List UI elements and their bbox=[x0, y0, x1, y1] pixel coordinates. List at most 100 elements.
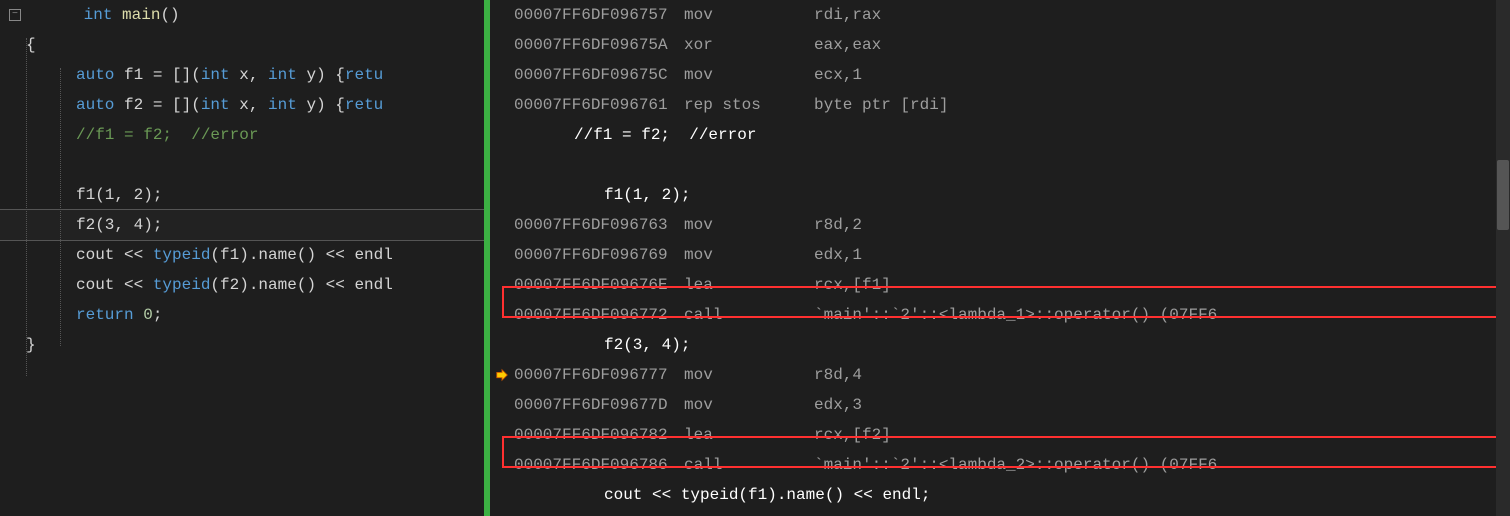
operand: byte ptr [rdi] bbox=[814, 96, 948, 114]
address: 00007FF6DF09675A bbox=[514, 36, 684, 54]
mnemonic: mov bbox=[684, 66, 814, 84]
code-text: ; bbox=[153, 306, 163, 324]
address: 00007FF6DF096777 bbox=[514, 366, 684, 384]
current-line[interactable]: f2(3, 4); bbox=[0, 210, 484, 240]
code-line[interactable]: cout << typeid(f1).name() << endl bbox=[0, 240, 484, 270]
keyword: typeid bbox=[153, 276, 211, 294]
scrollbar-thumb[interactable] bbox=[1497, 160, 1509, 230]
blank-line[interactable] bbox=[0, 150, 484, 180]
keyword: int bbox=[268, 66, 297, 84]
keyword: return bbox=[76, 306, 134, 324]
operand: rdi,rax bbox=[814, 6, 881, 24]
keyword: auto bbox=[76, 66, 114, 84]
asm-line[interactable]: 00007FF6DF096757movrdi,rax bbox=[490, 0, 1510, 30]
address: 00007FF6DF096757 bbox=[514, 6, 684, 24]
asm-line[interactable]: 00007FF6DF096763movr8d,2 bbox=[490, 210, 1510, 240]
code-text: (f1).name() << endl bbox=[210, 246, 392, 264]
code-text: cout << bbox=[76, 246, 153, 264]
source-editor[interactable]: − int main() { auto f1 = [](int x, int y… bbox=[0, 0, 490, 516]
address: 00007FF6DF096769 bbox=[514, 246, 684, 264]
keyword: retu bbox=[345, 66, 383, 84]
keyword: int bbox=[201, 96, 230, 114]
code-text: x, bbox=[230, 66, 268, 84]
address: 00007FF6DF09675C bbox=[514, 66, 684, 84]
brace: { bbox=[22, 36, 36, 54]
operand: r8d,4 bbox=[814, 366, 862, 384]
code-text: f2(3, 4); bbox=[76, 216, 162, 234]
source-text: f1(1, 2); bbox=[514, 186, 690, 204]
mnemonic: call bbox=[684, 306, 814, 324]
asm-line[interactable]: 00007FF6DF096777movr8d,4 bbox=[490, 360, 1510, 390]
asm-line[interactable]: 00007FF6DF096786call`main'::`2'::<lambda… bbox=[490, 450, 1510, 480]
vertical-scrollbar[interactable] bbox=[1496, 0, 1510, 516]
address: 00007FF6DF096772 bbox=[514, 306, 684, 324]
code-line[interactable]: auto f1 = [](int x, int y) {retu bbox=[0, 60, 484, 90]
code-text: cout << bbox=[76, 276, 153, 294]
source-line[interactable]: cout << typeid(f1).name() << endl; bbox=[490, 480, 1510, 510]
code-text: () bbox=[160, 6, 179, 24]
code-line[interactable]: f1(1, 2); bbox=[0, 180, 484, 210]
source-text: //f1 = f2; //error bbox=[514, 126, 756, 144]
current-instruction-icon bbox=[495, 368, 509, 382]
address: 00007FF6DF096782 bbox=[514, 426, 684, 444]
disassembly-panel[interactable]: 00007FF6DF096757movrdi,rax00007FF6DF0967… bbox=[490, 0, 1510, 516]
address: 00007FF6DF09677D bbox=[514, 396, 684, 414]
source-text: cout << typeid(f1).name() << endl; bbox=[514, 486, 930, 504]
mnemonic: lea bbox=[684, 426, 814, 444]
indent-guide bbox=[60, 68, 61, 346]
mnemonic: rep stos bbox=[684, 96, 814, 114]
asm-line[interactable]: 00007FF6DF096772call`main'::`2'::<lambda… bbox=[490, 300, 1510, 330]
mnemonic: mov bbox=[684, 366, 814, 384]
mnemonic: xor bbox=[684, 36, 814, 54]
mnemonic: mov bbox=[684, 6, 814, 24]
operand: rcx,[f2] bbox=[814, 426, 891, 444]
operand: eax,eax bbox=[814, 36, 881, 54]
mnemonic: mov bbox=[684, 396, 814, 414]
operand: edx,3 bbox=[814, 396, 862, 414]
operand: `main'::`2'::<lambda_2>::operator() (07F… bbox=[814, 456, 1217, 474]
address: 00007FF6DF09676E bbox=[514, 276, 684, 294]
breakpoint-gutter[interactable] bbox=[490, 368, 514, 382]
code-line[interactable]: } bbox=[0, 330, 484, 360]
code-line[interactable]: auto f2 = [](int x, int y) {retu bbox=[0, 90, 484, 120]
keyword: auto bbox=[76, 96, 114, 114]
keyword: int bbox=[84, 6, 113, 24]
brace: } bbox=[22, 336, 36, 354]
code-text: y) { bbox=[297, 66, 345, 84]
code-line[interactable]: − int main() bbox=[0, 0, 484, 30]
code-line[interactable]: //f1 = f2; //error bbox=[0, 120, 484, 150]
code-text: f1(1, 2); bbox=[76, 186, 162, 204]
asm-line[interactable]: 00007FF6DF09677Dmovedx,3 bbox=[490, 390, 1510, 420]
asm-line[interactable]: 00007FF6DF09675Cmovecx,1 bbox=[490, 60, 1510, 90]
code-line[interactable]: cout << typeid(f2).name() << endl bbox=[0, 270, 484, 300]
asm-line[interactable]: 00007FF6DF09675Axoreax,eax bbox=[490, 30, 1510, 60]
blank-line bbox=[490, 150, 1510, 180]
keyword: int bbox=[268, 96, 297, 114]
address: 00007FF6DF096786 bbox=[514, 456, 684, 474]
code-text: x, bbox=[230, 96, 268, 114]
address: 00007FF6DF096763 bbox=[514, 216, 684, 234]
asm-line[interactable]: 00007FF6DF096769movedx,1 bbox=[490, 240, 1510, 270]
mnemonic: lea bbox=[684, 276, 814, 294]
operand: r8d,2 bbox=[814, 216, 862, 234]
source-line[interactable]: f1(1, 2); bbox=[490, 180, 1510, 210]
operand: edx,1 bbox=[814, 246, 862, 264]
code-text: f2 = []( bbox=[114, 96, 200, 114]
code-text: f1 = []( bbox=[114, 66, 200, 84]
function-name: main bbox=[112, 6, 160, 24]
keyword: typeid bbox=[153, 246, 211, 264]
indent-guide bbox=[26, 38, 27, 376]
mnemonic: mov bbox=[684, 246, 814, 264]
operand: ecx,1 bbox=[814, 66, 862, 84]
number: 0 bbox=[134, 306, 153, 324]
mnemonic: mov bbox=[684, 216, 814, 234]
asm-line[interactable]: 00007FF6DF096782learcx,[f2] bbox=[490, 420, 1510, 450]
source-line[interactable]: //f1 = f2; //error bbox=[490, 120, 1510, 150]
fold-toggle[interactable]: − bbox=[8, 9, 22, 21]
code-text: y) { bbox=[297, 96, 345, 114]
asm-line[interactable]: 00007FF6DF09676Elearcx,[f1] bbox=[490, 270, 1510, 300]
operand: rcx,[f1] bbox=[814, 276, 891, 294]
source-line[interactable]: f2(3, 4); bbox=[490, 330, 1510, 360]
asm-line[interactable]: 00007FF6DF096761rep stosbyte ptr [rdi] bbox=[490, 90, 1510, 120]
code-line[interactable]: return 0; bbox=[0, 300, 484, 330]
